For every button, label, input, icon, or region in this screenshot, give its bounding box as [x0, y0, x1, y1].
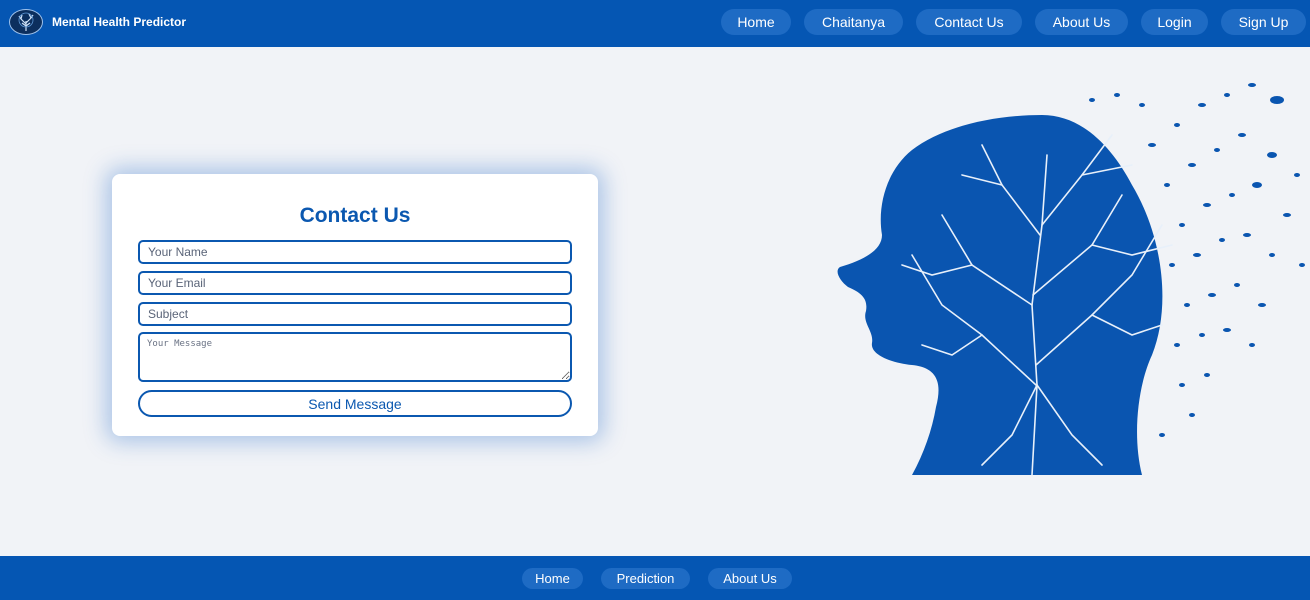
subject-input[interactable] — [138, 302, 572, 326]
nav-contact-us[interactable]: Contact Us — [916, 9, 1022, 35]
nav-home[interactable]: Home — [721, 9, 791, 35]
send-message-button[interactable]: Send Message — [138, 390, 572, 417]
name-input[interactable] — [138, 240, 572, 264]
footer-prediction[interactable]: Prediction — [601, 568, 690, 589]
navbar: Mental Health Predictor Home Chaitanya C… — [0, 0, 1310, 47]
contact-title: Contact Us — [299, 204, 411, 227]
footer-home[interactable]: Home — [522, 568, 583, 589]
footer-about-us[interactable]: About Us — [708, 568, 792, 589]
head-tree-illustration — [832, 55, 1310, 485]
message-textarea[interactable] — [138, 332, 572, 382]
contact-card: Contact Us Send Message — [112, 174, 598, 436]
nav-links: Home Chaitanya Contact Us About Us Login… — [0, 9, 1310, 35]
nav-chaitanya[interactable]: Chaitanya — [804, 9, 903, 35]
email-input[interactable] — [138, 271, 572, 295]
footer: Home Prediction About Us — [0, 556, 1310, 600]
nav-about-us[interactable]: About Us — [1035, 9, 1128, 35]
nav-login[interactable]: Login — [1141, 9, 1208, 35]
nav-sign-up[interactable]: Sign Up — [1221, 9, 1306, 35]
